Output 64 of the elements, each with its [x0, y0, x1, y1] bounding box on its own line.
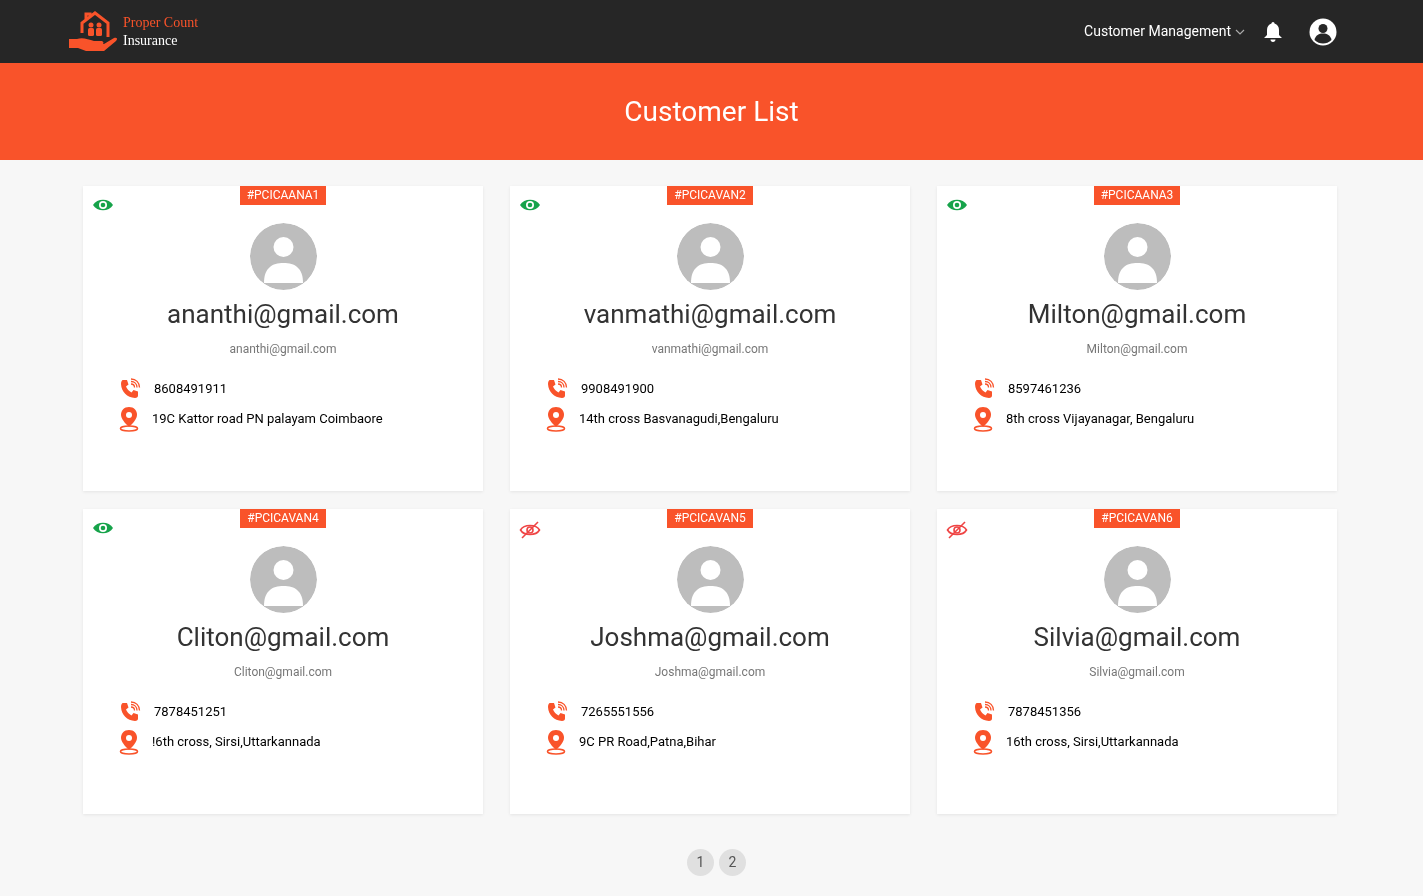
customer-code-badge: #PCICAVAN6 [1094, 509, 1180, 528]
customer-email: Cliton@gmail.com [233, 664, 333, 681]
phone-icon [973, 378, 995, 400]
address-text: 9C PR Road,Patna,Bihar [579, 733, 716, 752]
user-account-icon[interactable] [1309, 17, 1337, 46]
customer-code-badge: #PCICAANA1 [239, 186, 327, 205]
crossed-eye-icon[interactable] [946, 521, 968, 539]
customer-email: Silvia@gmail.com [1089, 664, 1185, 681]
address-text: 19C Kattor road PN palayam Coimbaore [152, 410, 383, 429]
customer-email: vanmathi@gmail.com [651, 341, 769, 358]
avatar-icon [1103, 546, 1171, 613]
location-pin-icon [119, 406, 139, 432]
phone-number: 8608491911 [154, 380, 228, 399]
address-text: 14th cross Basvanagudi,Bengaluru [579, 410, 779, 429]
location-pin-icon [546, 406, 566, 432]
phone-icon [119, 378, 141, 400]
eye-icon[interactable] [92, 198, 114, 212]
customer-code-badge: #PCICAVAN2 [667, 186, 753, 205]
page-title: Customer List [624, 93, 799, 130]
location-pin-icon [973, 729, 993, 755]
avatar-icon [249, 223, 317, 290]
phone-number: 8597461236 [1008, 380, 1082, 399]
customer-management-menu[interactable]: Customer Management [1084, 21, 1245, 42]
avatar-icon [1103, 223, 1171, 290]
customer-email: ananthi@gmail.com [229, 341, 337, 358]
location-pin-icon [973, 406, 993, 432]
crossed-eye-icon[interactable] [519, 521, 541, 539]
eye-icon[interactable] [519, 198, 541, 212]
customer-code-badge: #PCICAVAN5 [667, 509, 753, 528]
chevron-down-icon [1235, 28, 1245, 35]
location-pin-icon [546, 729, 566, 755]
customer-email: Milton@gmail.com [1086, 341, 1188, 358]
phone-number: 9908491900 [581, 380, 655, 399]
brand-subtitle: Insurance [123, 31, 179, 50]
phone-number: 7265551556 [581, 703, 655, 722]
customer-name: vanmathi@gmail.com [583, 299, 837, 329]
customer-code-badge: #PCICAANA3 [1093, 186, 1181, 205]
address-text: !6th cross, Sirsi,Uttarkannada [152, 733, 321, 752]
phone-icon [546, 378, 568, 400]
customer-name: Cliton@gmail.com [176, 622, 390, 652]
page-number-button[interactable]: 1 [687, 849, 714, 876]
avatar-icon [676, 546, 744, 613]
eye-icon[interactable] [92, 521, 114, 535]
notification-bell-icon[interactable] [1263, 20, 1283, 43]
house-hand-logo-icon [68, 10, 118, 53]
customer-name: Joshma@gmail.com [590, 622, 830, 652]
phone-icon [546, 701, 568, 723]
customer-name: Milton@gmail.com [1027, 299, 1247, 329]
location-pin-icon [119, 729, 139, 755]
customer-email: Joshma@gmail.com [654, 664, 766, 681]
phone-icon [119, 701, 141, 723]
brand-name: Proper Count [123, 13, 199, 32]
page-number-button[interactable]: 2 [719, 849, 746, 876]
customer-name: Silvia@gmail.com [1033, 622, 1241, 652]
phone-number: 7878451251 [154, 703, 228, 722]
avatar-icon [249, 546, 317, 613]
customer-name: ananthi@gmail.com [167, 299, 399, 329]
avatar-icon [676, 223, 744, 290]
phone-icon [973, 701, 995, 723]
address-text: 8th cross Vijayanagar, Bengaluru [1006, 410, 1195, 429]
phone-number: 7878451356 [1008, 703, 1082, 722]
eye-icon[interactable] [946, 198, 968, 212]
customer-code-badge: #PCICAVAN4 [240, 509, 326, 528]
address-text: 16th cross, Sirsi,Uttarkannada [1006, 733, 1179, 752]
